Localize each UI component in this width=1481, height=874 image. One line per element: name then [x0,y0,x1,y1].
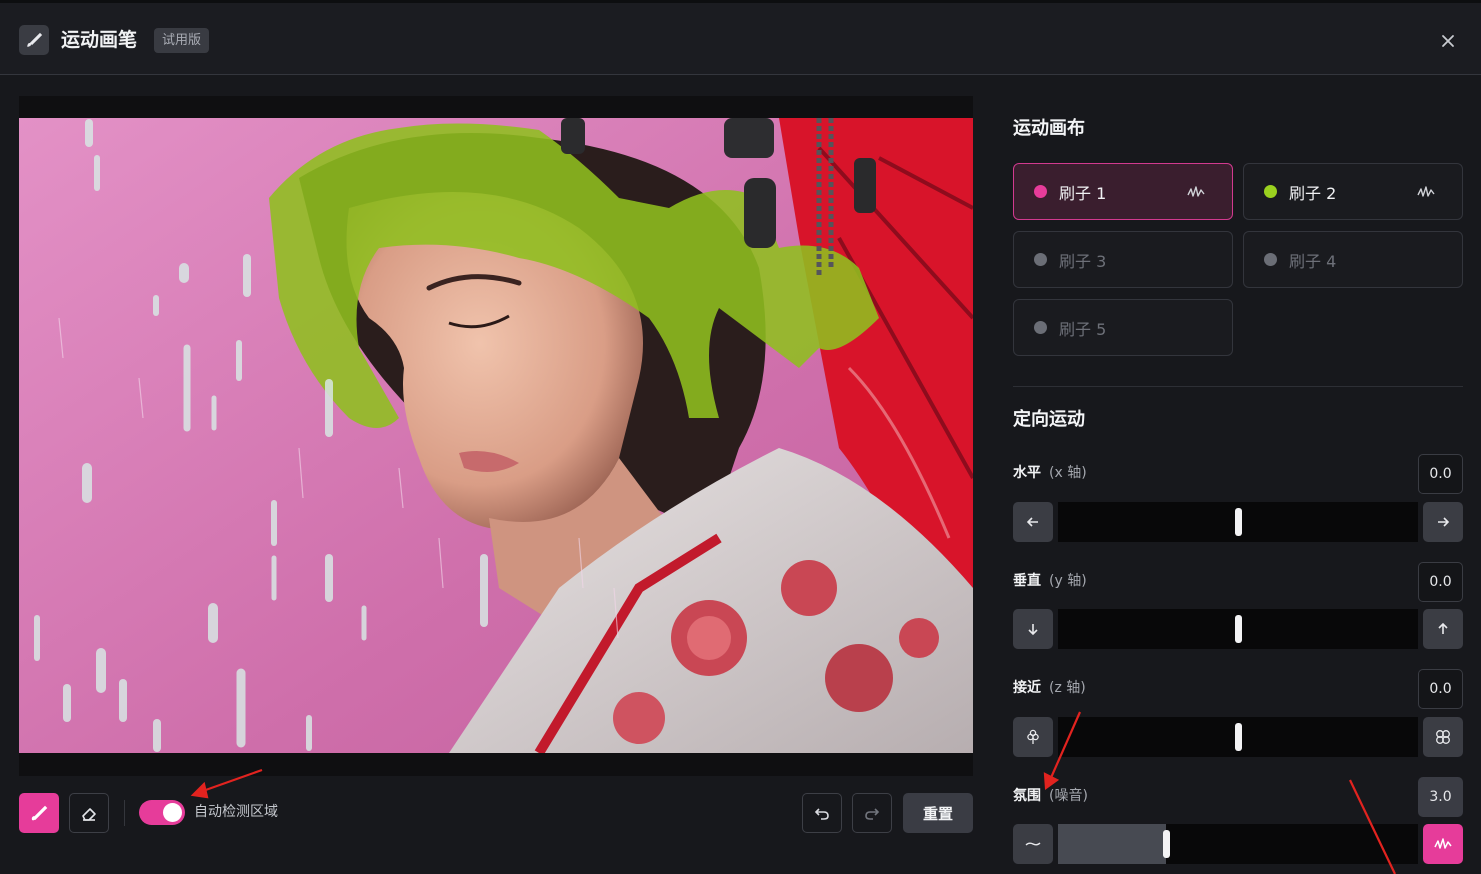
brush-card-4[interactable]: 刷子 4 [1243,231,1463,288]
arrow-down-icon [1028,624,1038,636]
brush-icon [19,25,49,55]
vertical-value[interactable]: 0.0 [1418,562,1463,602]
brush-color-dot [1264,253,1277,266]
brush-tool-button[interactable] [19,793,59,833]
approach-value[interactable]: 0.0 [1418,669,1463,709]
move-closer-button[interactable] [1423,717,1463,757]
vertical-slider[interactable] [1058,609,1418,649]
section-divider [1013,386,1463,387]
slider-thumb[interactable] [1235,508,1242,536]
eraser-tool-button[interactable] [69,793,109,833]
calm-button[interactable] [1013,824,1053,864]
move-down-button[interactable] [1013,609,1053,649]
brush-card-5[interactable]: 刷子 5 [1013,299,1233,356]
wave-icon [1187,186,1205,197]
ambience-label: 氛围 (噪音) [1013,788,1088,804]
ambience-value[interactable]: 3.0 [1418,777,1463,817]
redo-button[interactable] [852,793,892,833]
eraser-icon [82,808,96,821]
noise-button[interactable] [1423,824,1463,864]
motion-canvas-title: 运动画布 [1013,118,1085,139]
undo-button[interactable] [802,793,842,833]
flower-closed-icon [1027,729,1039,744]
trial-badge: 试用版 [154,28,210,53]
brush-color-dot [1034,253,1047,266]
brush-label: 刷子 3 [1059,251,1107,271]
reset-button[interactable]: 重置 [903,793,973,833]
wave-icon [1417,186,1435,197]
directional-motion-title: 定向运动 [1013,409,1085,430]
flower-open-icon [1436,730,1450,744]
slider-thumb[interactable] [1163,830,1170,858]
horizontal-slider[interactable] [1058,502,1418,542]
move-up-button[interactable] [1423,609,1463,649]
toolbar-divider [124,800,125,826]
arrow-left-icon [1026,517,1038,527]
arrow-right-icon [1438,517,1450,527]
move-right-button[interactable] [1423,502,1463,542]
close-icon [1442,35,1454,47]
brush-color-dot [1264,185,1277,198]
slider-thumb[interactable] [1235,723,1242,751]
calm-wave-icon [1025,842,1041,846]
brush-label: 刷子 2 [1289,183,1337,203]
photo-canvas[interactable] [19,118,973,753]
arrow-up-icon [1438,622,1448,634]
approach-label: 接近 (z 轴) [1013,680,1086,696]
horizontal-label: 水平 (x 轴) [1013,465,1087,481]
toggle-knob [163,803,182,822]
redo-icon [865,808,880,820]
brush-color-dot [1034,321,1047,334]
close-button[interactable] [1434,27,1462,55]
brush-label: 刷子 5 [1059,319,1107,339]
ambience-slider[interactable] [1058,824,1418,864]
auto-detect-label: 自动检测区域 [194,804,278,820]
brush-card-3[interactable]: 刷子 3 [1013,231,1233,288]
undo-icon [814,808,829,820]
dialog-title: 运动画笔 [61,29,138,51]
auto-detect-toggle[interactable] [139,800,185,825]
move-left-button[interactable] [1013,502,1053,542]
brush-card-1[interactable]: 刷子 1 [1013,163,1233,220]
brush-icon [31,805,48,821]
slider-fill [1058,824,1166,864]
noise-wave-icon [1434,838,1452,849]
slider-thumb[interactable] [1235,615,1242,643]
brush-color-dot [1034,185,1047,198]
horizontal-value[interactable]: 0.0 [1418,454,1463,494]
brush-label: 刷子 1 [1059,183,1107,203]
brush-label: 刷子 4 [1289,251,1337,271]
approach-slider[interactable] [1058,717,1418,757]
dialog-header: 运动画笔 试用版 [0,3,1481,75]
vertical-label: 垂直 (y 轴) [1013,573,1087,589]
brush-card-2[interactable]: 刷子 2 [1243,163,1463,220]
move-away-button[interactable] [1013,717,1053,757]
